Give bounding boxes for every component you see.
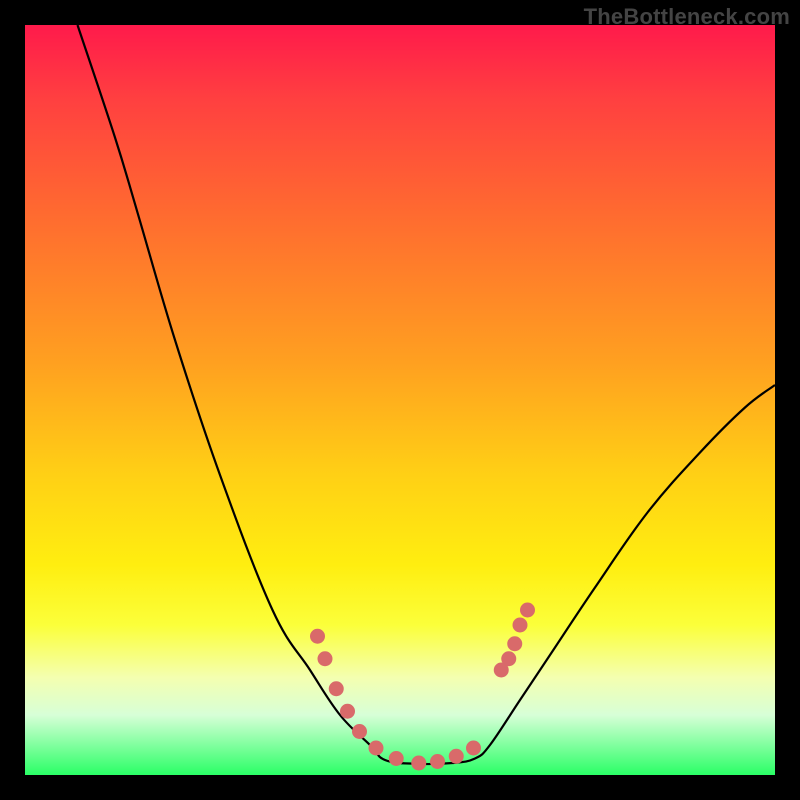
curve-dot (501, 651, 516, 666)
curve-dot (329, 681, 344, 696)
curve-dot (340, 704, 355, 719)
curve-dot (466, 741, 481, 756)
curve-dots-group (310, 603, 535, 771)
curve-dot (430, 754, 445, 769)
curve-dot (318, 651, 333, 666)
curve-dot (369, 741, 384, 756)
bottleneck-curve-line (78, 25, 776, 764)
curve-dot (513, 618, 528, 633)
bottleneck-curve-chart (25, 25, 775, 775)
curve-dot (411, 756, 426, 771)
curve-dot (449, 749, 464, 764)
curve-dot (389, 751, 404, 766)
curve-dot (520, 603, 535, 618)
curve-dot (352, 724, 367, 739)
curve-dot (507, 636, 522, 651)
curve-dot (310, 629, 325, 644)
